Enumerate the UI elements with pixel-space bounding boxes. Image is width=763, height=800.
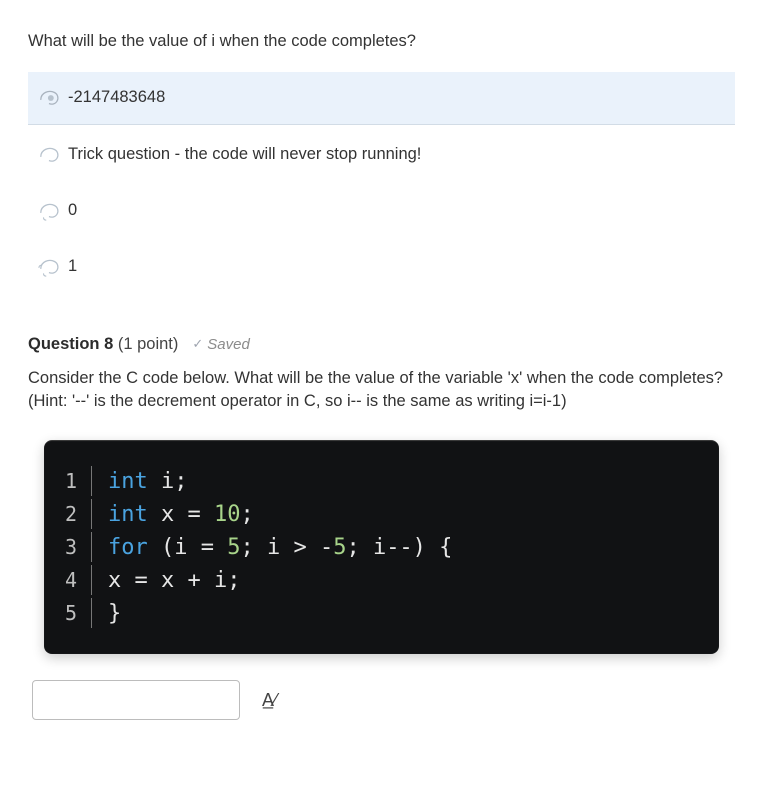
line-number: 3 (62, 532, 92, 562)
question-8-header: Question 8 (1 point) ✓ Saved (28, 333, 735, 357)
saved-indicator: ✓ Saved (192, 334, 249, 356)
line-number: 2 (62, 499, 92, 529)
question-7-title: What will be the value of i when the cod… (28, 30, 735, 54)
code-line: 2 int x = 10; (62, 498, 701, 531)
radio-option-2[interactable]: 0 (28, 185, 735, 237)
option-label: Trick question - the code will never sto… (68, 143, 421, 167)
code-block: 1 int i; 2 int x = 10; 3 for (i = 5; i > -5; … (44, 440, 719, 654)
line-number: 4 (62, 565, 92, 595)
code-content: int i; (108, 465, 188, 498)
question-8-body: Consider the C code below. What will be … (28, 367, 735, 415)
check-icon: ✓ (192, 335, 203, 354)
code-line: 4 x = x + i; (62, 564, 701, 597)
radio-empty-icon (38, 200, 60, 222)
code-content: for (i = 5; i > -5; i--) { (108, 531, 452, 564)
option-label: -2147483648 (68, 86, 165, 110)
question-points: (1 point) (118, 335, 179, 353)
code-line: 1 int i; (62, 465, 701, 498)
code-content: x = x + i; (108, 564, 240, 597)
question-number: Question 8 (28, 335, 113, 353)
question-7-options: -2147483648 Trick question - the code wi… (28, 72, 735, 293)
answer-input[interactable] (32, 680, 240, 720)
radio-option-1[interactable]: Trick question - the code will never sto… (28, 129, 735, 181)
answer-row: A̲⁄ (28, 680, 735, 720)
option-label: 0 (68, 199, 77, 223)
radio-empty-icon (38, 256, 60, 278)
code-line: 3 for (i = 5; i > -5; i--) { (62, 531, 701, 564)
radio-empty-icon (38, 144, 60, 166)
radio-selected-icon (38, 87, 60, 109)
radio-option-3[interactable]: 1 (28, 241, 735, 293)
line-number: 1 (62, 466, 92, 496)
code-content: int x = 10; (108, 498, 254, 531)
format-icon[interactable]: A̲⁄ (262, 687, 277, 713)
line-number: 5 (62, 598, 92, 628)
radio-option-0[interactable]: -2147483648 (28, 72, 735, 125)
saved-label: Saved (207, 334, 250, 356)
code-line: 5} (62, 597, 701, 630)
code-content: } (108, 597, 121, 630)
option-label: 1 (68, 255, 77, 279)
